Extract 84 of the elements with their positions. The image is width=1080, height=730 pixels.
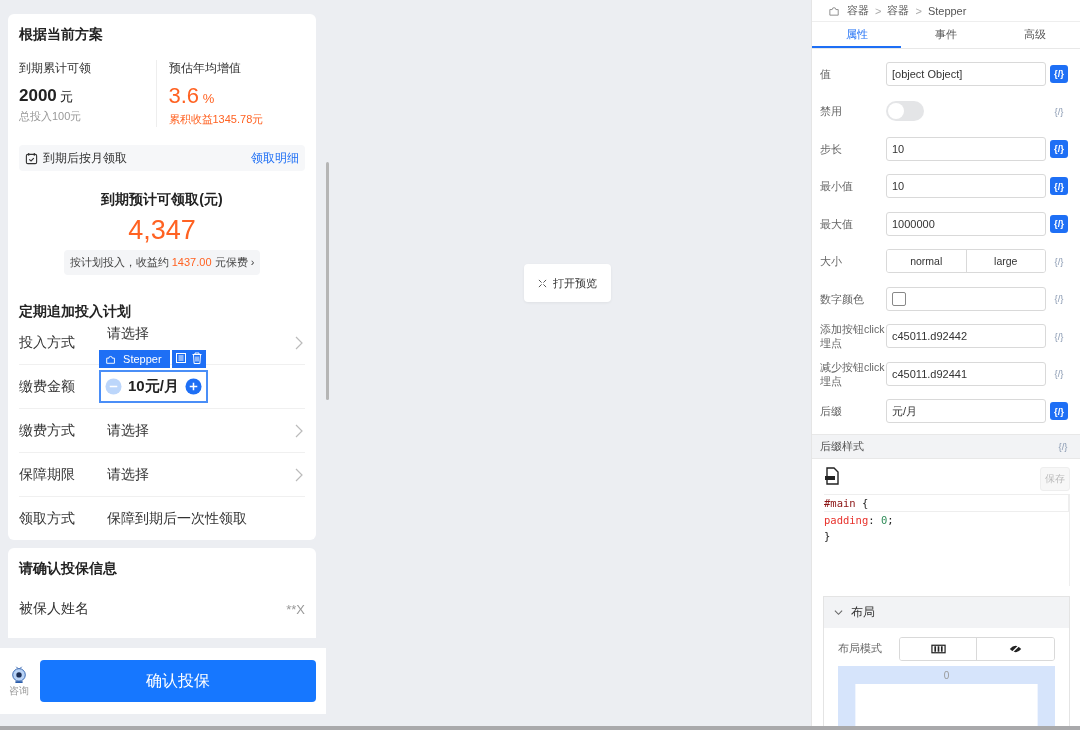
layout-header[interactable]: 布局 <box>824 597 1069 628</box>
columns-icon <box>930 644 946 654</box>
amount-stepper[interactable]: 10元/月 <box>99 370 208 403</box>
stat-label: 预估年均增值 <box>168 60 242 77</box>
property-input[interactable]: [object Object] <box>886 61 1046 86</box>
chevron-icon <box>295 335 303 350</box>
estimate-title: 到期预计可领取(元) <box>101 191 223 209</box>
binding-button[interactable]: {/} <box>1050 139 1068 158</box>
payout-label: 到期后按月领取 <box>43 149 128 167</box>
property-label: 值 <box>820 66 832 81</box>
property-label: 最小值 <box>820 179 854 194</box>
copy-icon[interactable] <box>174 352 187 364</box>
chevron-icon <box>295 467 303 482</box>
property-label: 后缀 <box>820 404 843 419</box>
form-label: 保障期限 <box>19 465 76 484</box>
breadcrumb-item[interactable]: 容器 <box>887 3 910 19</box>
property-input[interactable]: 1000000 <box>886 211 1046 236</box>
binding-button[interactable]: {/} <box>1050 214 1068 233</box>
breadcrumb-item[interactable]: Stepper <box>927 4 967 17</box>
hidden-mode-button[interactable] <box>976 638 1054 660</box>
confirm-button[interactable]: 确认投保 <box>40 660 316 702</box>
card-title: 根据当前方案 <box>19 25 104 44</box>
form-label: 被保人姓名 <box>19 600 90 618</box>
color-input[interactable] <box>886 286 1046 311</box>
form-label: 投入方式 <box>19 333 76 352</box>
section-title: 定期追加投入计划 <box>19 302 132 321</box>
tab[interactable]: 事件 <box>901 22 991 49</box>
section-title: 后缀样式 <box>820 439 864 454</box>
calendar-icon <box>25 151 38 165</box>
code-line: #main { <box>824 494 1069 512</box>
scrollbar-thumb[interactable] <box>326 162 329 400</box>
stat-value: 2000 元 <box>19 86 75 106</box>
eye-off-icon <box>1009 644 1023 654</box>
binding-button[interactable]: {/} <box>1050 64 1068 83</box>
property-label: 减少按钮click埋点 <box>820 359 886 388</box>
breadcrumb-item[interactable]: 容器 <box>847 3 869 19</box>
form-value[interactable]: 请选择 <box>107 465 149 484</box>
robot-icon[interactable] <box>10 664 28 684</box>
property-label: 步长 <box>820 141 843 156</box>
property-input[interactable]: c45011.d92441 <box>886 361 1046 386</box>
code-editor[interactable]: #main { padding: 0; } <box>824 494 1070 586</box>
component-icon <box>828 4 841 18</box>
estimate-amount: 4,347 <box>128 215 196 246</box>
property-label: 禁用 <box>820 104 843 119</box>
property-label: 最大值 <box>820 216 854 231</box>
form-value[interactable]: 请选择 <box>107 325 149 343</box>
details-link[interactable]: 领取明细 <box>251 149 299 167</box>
form-value[interactable]: 请选择 <box>107 421 149 440</box>
form-value: **X <box>286 601 305 617</box>
breadcrumb-separator: > <box>915 4 922 17</box>
tab[interactable]: 高级 <box>990 22 1080 49</box>
stat-note: 累积收益1345.78元 <box>168 112 265 127</box>
property-input[interactable]: 10 <box>886 136 1046 161</box>
component-tag[interactable]: Stepper <box>99 350 170 368</box>
toggle-switch[interactable] <box>886 101 924 122</box>
property-label: 数字颜色 <box>820 291 865 306</box>
collapse-icon <box>537 278 547 288</box>
code-line: padding: 0; <box>824 513 895 528</box>
stat-label: 到期累计可领 <box>19 60 92 77</box>
size-option[interactable]: large <box>965 250 1045 273</box>
binding-button[interactable]: {/} <box>1050 402 1068 421</box>
property-input[interactable]: 10 <box>886 174 1046 199</box>
stat-note: 总投入100元 <box>19 109 83 124</box>
property-input[interactable]: c45011.d92442 <box>886 324 1046 349</box>
property-label: 添加按钮click埋点 <box>820 322 886 351</box>
preview-button[interactable]: 打开预览 <box>523 264 612 302</box>
form-label: 领取方式 <box>19 509 76 528</box>
premium-tip[interactable]: 按计划投入，收益约 1437.00 元保费 › <box>63 250 261 275</box>
binding-button[interactable]: {/} <box>1050 177 1068 196</box>
property-input[interactable]: 元/月 <box>886 399 1046 424</box>
property-label: 布局模式 <box>838 642 883 656</box>
form-label: 缴费金额 <box>19 377 76 396</box>
breadcrumb-separator: > <box>875 4 882 17</box>
card-title: 请确认投保信息 <box>19 559 118 578</box>
stat-value: 3.6 % <box>168 83 216 109</box>
chevron-icon <box>295 423 303 438</box>
plus-icon[interactable] <box>184 378 202 395</box>
form-label: 缴费方式 <box>19 421 76 440</box>
delete-icon[interactable] <box>190 352 203 364</box>
form-value: 保障到期后一次性领取 <box>107 509 247 528</box>
code-line: } <box>824 529 832 544</box>
css-file-icon <box>824 467 840 485</box>
tab[interactable]: 属性 <box>812 22 902 49</box>
property-label: 大小 <box>820 254 843 269</box>
